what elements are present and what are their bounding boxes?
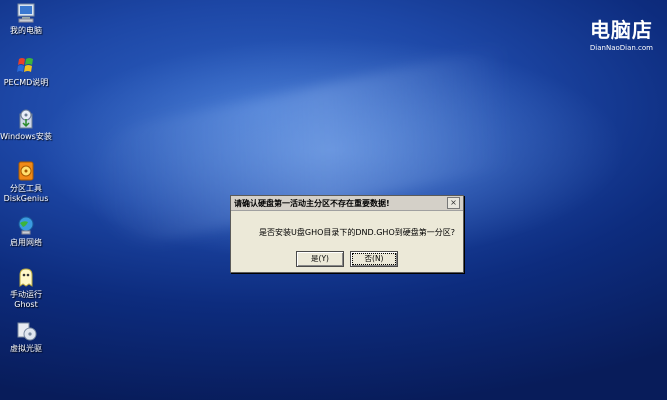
installer-icon	[19, 109, 33, 129]
desktop-icon-label: 虚拟光驱	[10, 344, 42, 353]
close-button[interactable]: ×	[447, 197, 460, 209]
dialog-body: ? 是否安装U盘GHO目录下的DND.GHO到硬盘第一分区?	[231, 211, 463, 247]
confirm-dialog: 请确认硬盘第一活动主分区不存在重要数据! × ? 是否安装U盘GHO目录下的DN…	[230, 195, 464, 273]
desktop-icon-label: 分区工具 DiskGenius	[3, 184, 49, 203]
network-icon	[18, 216, 34, 235]
dialog-titlebar[interactable]: 请确认硬盘第一活动主分区不存在重要数据! ×	[231, 196, 463, 211]
desktop-icon-label: 我的电脑	[10, 26, 42, 35]
desktop-icon-network[interactable]: 启用网络	[0, 214, 52, 248]
desktop-icon-label: PECMD说明	[3, 78, 49, 87]
dialog-message: 是否安装U盘GHO目录下的DND.GHO到硬盘第一分区?	[259, 227, 455, 237]
brand-logo: 电脑店 DianNaoDian.com	[590, 14, 653, 52]
desktop-icon-windows-install[interactable]: Windows安装	[0, 108, 52, 142]
virtual-drive-icon	[17, 322, 37, 341]
flag-icon	[17, 58, 33, 72]
yes-button[interactable]: 是(Y)	[296, 251, 344, 267]
computer-icon	[17, 3, 35, 23]
no-button[interactable]: 否(N)	[350, 251, 398, 267]
desktop-icon-label: Windows安装	[0, 132, 52, 141]
desktop-icon-my-computer[interactable]: 我的电脑	[0, 2, 52, 36]
desktop-icon-pecmd[interactable]: PECMD说明	[0, 54, 52, 88]
dialog-title: 请确认硬盘第一活动主分区不存在重要数据!	[234, 198, 390, 208]
logo-main-text: 电脑店	[589, 18, 653, 42]
logo-sub-text: DianNaoDian.com	[589, 44, 653, 52]
desktop-icon-ghost[interactable]: 手动运行 Ghost	[0, 266, 52, 310]
desktop-icon-diskgenius[interactable]: 分区工具 DiskGenius	[0, 160, 52, 204]
desktop-icon-label: 启用网络	[10, 238, 42, 247]
ghost-icon	[19, 268, 33, 287]
dialog-buttons: 是(Y) 否(N)	[231, 251, 463, 267]
desktop-icon-label: 手动运行 Ghost	[10, 290, 42, 309]
disk-tool-icon	[18, 161, 34, 181]
desktop-icon-virtual-drive[interactable]: 虚拟光驱	[0, 320, 52, 354]
